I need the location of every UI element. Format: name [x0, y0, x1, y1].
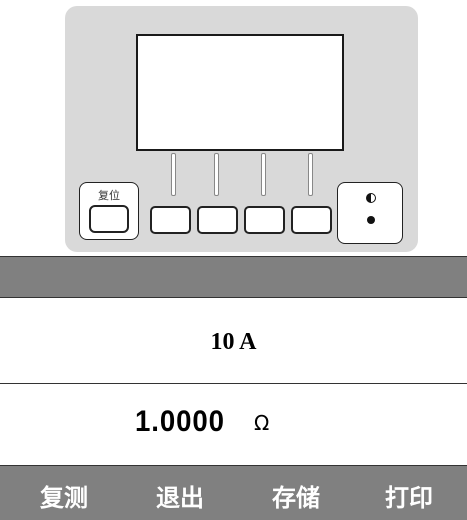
contrast-icon: [366, 193, 376, 203]
current-value: 10 A: [210, 329, 257, 355]
reset-key[interactable]: [89, 205, 129, 233]
reset-button[interactable]: 复位: [79, 182, 139, 240]
soft-key-indicator-4: [308, 153, 313, 196]
device-panel: 复位: [65, 6, 418, 252]
resistance-value: 1.0000: [135, 405, 225, 438]
save-button[interactable]: 存储: [272, 478, 320, 513]
soft-key-indicator-3: [261, 153, 266, 196]
dot-icon: [367, 216, 375, 224]
print-button[interactable]: 打印: [385, 478, 433, 513]
soft-key-3[interactable]: [244, 206, 285, 234]
soft-key-1[interactable]: [150, 206, 191, 234]
lcd-screen: [136, 34, 344, 151]
soft-key-indicator-1: [171, 153, 176, 196]
retest-button[interactable]: 复测: [40, 478, 88, 513]
resistance-row: 1.0000 Ω: [0, 384, 467, 466]
exit-button[interactable]: 退出: [156, 478, 204, 513]
soft-key-2[interactable]: [197, 206, 238, 234]
current-row: 10 A: [0, 298, 467, 384]
reset-button-label: 复位: [98, 189, 120, 202]
header-bar: [0, 256, 467, 298]
resistance-unit: Ω: [254, 411, 270, 435]
action-bar: 复测 退出 存储 打印: [0, 466, 467, 520]
soft-key-indicator-2: [214, 153, 219, 196]
contrast-button[interactable]: [337, 182, 403, 244]
soft-key-4[interactable]: [291, 206, 332, 234]
